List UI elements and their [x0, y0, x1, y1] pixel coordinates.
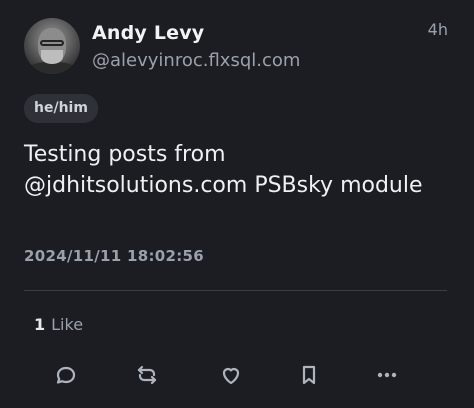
- post-timestamp: 2024/11/11 18:02:56: [24, 247, 204, 265]
- divider: [24, 290, 447, 291]
- reply-button[interactable]: [52, 361, 80, 389]
- avatar-beard: [41, 50, 63, 64]
- repost-button[interactable]: [133, 361, 161, 389]
- more-button[interactable]: [373, 361, 401, 389]
- avatar-glasses: [40, 40, 64, 46]
- post-text: Testing posts from @jdhitsolutions.com P…: [24, 142, 423, 198]
- bookmark-button[interactable]: [295, 361, 323, 389]
- repost-icon: [137, 365, 157, 385]
- bookmark-icon: [302, 365, 316, 385]
- like-count: 1: [34, 315, 46, 334]
- like-count-link[interactable]: 1 Like: [34, 315, 83, 334]
- like-button[interactable]: [217, 361, 245, 389]
- more-icon: [377, 372, 397, 378]
- display-name[interactable]: Andy Levy: [92, 22, 204, 44]
- like-icon: [222, 367, 240, 385]
- like-count-label: Like: [51, 315, 84, 334]
- user-handle[interactable]: @alevyinroc.flxsql.com: [92, 50, 300, 71]
- pronoun-badge: he/him: [24, 94, 98, 123]
- reply-icon: [56, 366, 76, 384]
- post-age: 4h: [427, 20, 448, 39]
- avatar[interactable]: [24, 18, 80, 74]
